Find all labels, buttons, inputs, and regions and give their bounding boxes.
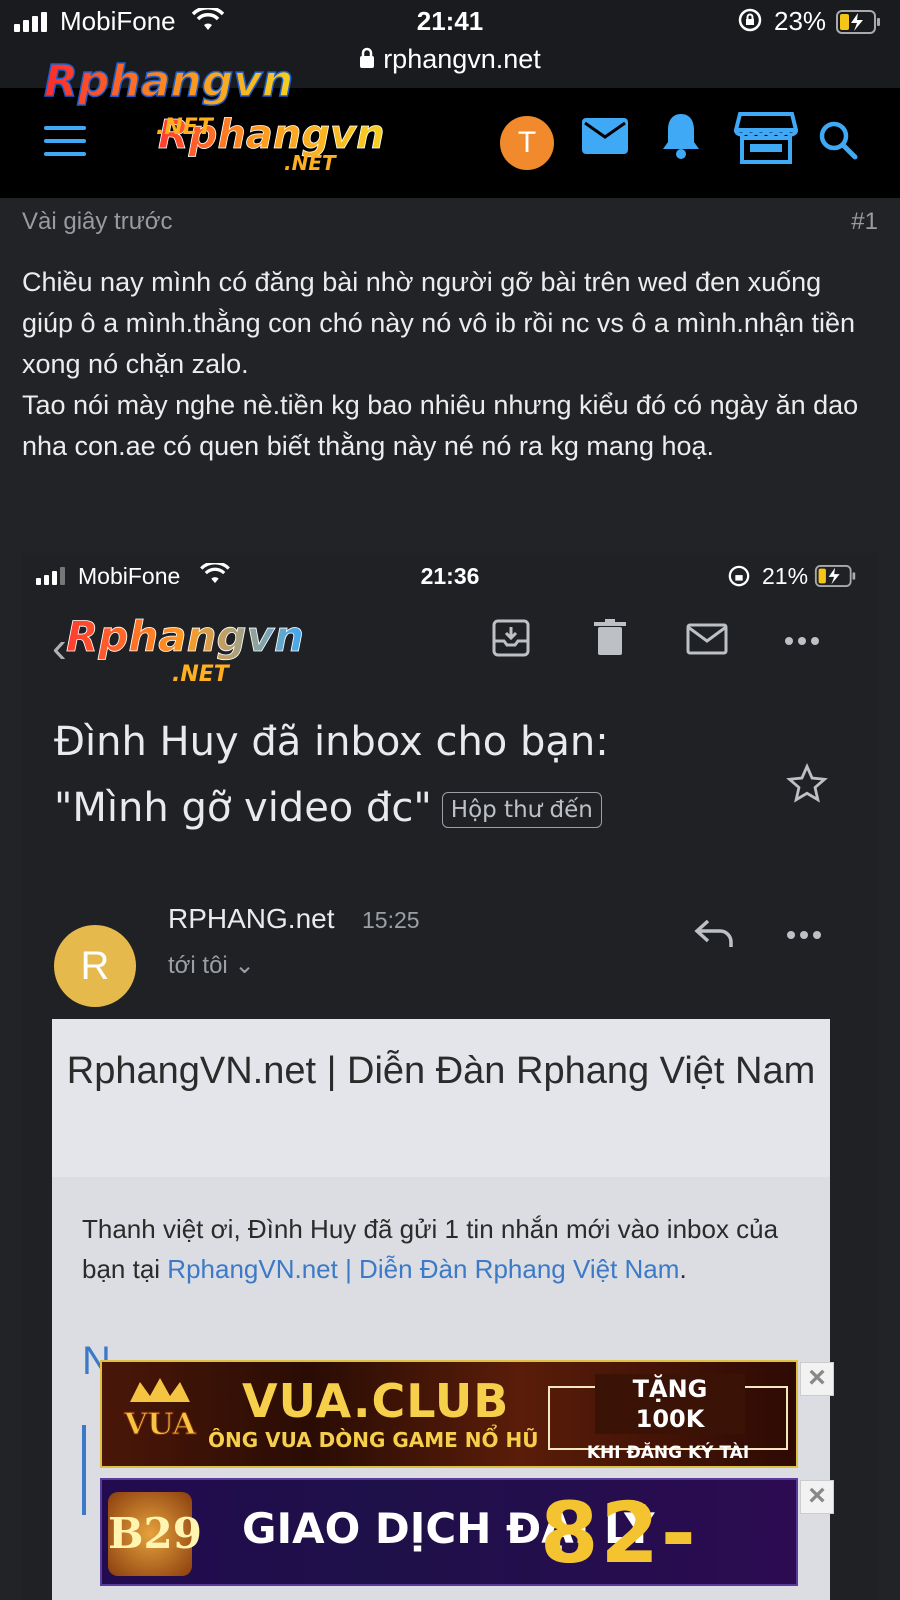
rotation-lock-icon: [728, 565, 750, 593]
ad-logo: B29: [108, 1492, 202, 1576]
sender-name: RPHANG.net: [168, 903, 335, 934]
post-number[interactable]: #1: [851, 208, 878, 236]
email-text-end: .: [679, 1254, 687, 1284]
embedded-site-logo: Rphangvn .NET: [62, 607, 342, 692]
ad-banner-vua-club[interactable]: VUA VUA.CLUB ÔNG VUA DÒNG GAME NỔ HŨ TẶN…: [100, 1360, 798, 1468]
embedded-status-bar: MobiFone 21:36 21%: [22, 553, 878, 597]
mark-unread-icon[interactable]: [686, 623, 728, 660]
reply-icon[interactable]: [694, 917, 734, 954]
sender-avatar: R: [54, 925, 136, 1007]
quote-bar: [82, 1425, 86, 1515]
header-brand-logo: Rphangvn .NET: [43, 55, 314, 141]
svg-text:Rphangvn: Rphangvn: [44, 56, 293, 107]
clock: 21:41: [416, 6, 484, 36]
ad-subtitle: ÔNG VUA DÒNG GAME NỔ HŨ: [208, 1428, 539, 1452]
archive-icon[interactable]: [492, 619, 530, 662]
mail-icon[interactable]: [582, 118, 628, 159]
post-time[interactable]: Vài giây trước: [22, 208, 173, 235]
battery-charging-icon: [836, 10, 882, 41]
ad-title: VUA.CLUB: [242, 1374, 510, 1428]
ad-promo-bottom: KHI ĐĂNG KÝ TÀI KHOẢN: [586, 1443, 750, 1463]
bell-icon[interactable]: [660, 112, 702, 165]
user-avatar[interactable]: T: [500, 116, 554, 170]
svg-text:Rphangvn: Rphangvn: [66, 612, 304, 661]
url-text: rphangvn.net: [383, 44, 541, 74]
svg-text:.NET: .NET: [172, 662, 231, 687]
status-bar: MobiFone 21:41 23%: [0, 0, 900, 44]
recipient-label: tới tôi: [168, 952, 228, 979]
subject-line: Đình Huy đã inbox cho bạn:: [54, 719, 609, 765]
sent-time: 15:25: [362, 907, 420, 933]
post-paragraph: Tao nói mày nghe nè.tiền kg bao nhiêu nh…: [22, 390, 859, 461]
ad-logo: VUA: [110, 1372, 210, 1458]
ad-banner-b29[interactable]: B29 GIAO DỊCH ĐẠI LÝ 82-84: [100, 1478, 798, 1586]
store-icon[interactable]: [733, 110, 799, 171]
recipient-details[interactable]: tới tôi ⌄: [168, 951, 255, 980]
post-body: Chiều nay mình có đăng bài nhờ người gỡ …: [22, 262, 878, 467]
email-subject: Đình Huy đã inbox cho bạn: "Mình gỡ vide…: [54, 709, 774, 841]
svg-text:VUA: VUA: [123, 1407, 197, 1442]
post-meta: Vài giây trước #1: [22, 208, 878, 236]
close-ad-icon[interactable]: ×: [800, 1480, 834, 1514]
lock-icon: [359, 45, 375, 76]
forum-link[interactable]: RphangVN.net | Diễn Đàn Rphang Việt Nam: [167, 1254, 679, 1284]
battery-percent: 23%: [774, 6, 827, 36]
more-options-icon[interactable]: [784, 633, 820, 651]
trash-icon[interactable]: [594, 619, 626, 662]
close-ad-icon[interactable]: ×: [800, 1362, 834, 1396]
battery-percent: 21%: [762, 563, 809, 589]
chevron-down-icon: ⌄: [234, 952, 255, 979]
subject-line: "Mình gỡ video đc": [54, 785, 432, 831]
email-card-title: RphangVN.net | Diễn Đàn Rphang Việt Nam: [52, 1019, 830, 1177]
more-options-icon[interactable]: [786, 927, 822, 945]
post-paragraph: Chiều nay mình có đăng bài nhờ người gỡ …: [22, 267, 856, 379]
svg-text:.NET: .NET: [156, 115, 215, 136]
ad-number: 82-84: [540, 1484, 698, 1584]
svg-text:.NET: .NET: [284, 151, 337, 174]
star-icon[interactable]: [786, 763, 828, 810]
ad-promo: TẶNG 100K KHI ĐĂNG KÝ TÀI KHOẢN: [548, 1374, 788, 1463]
ad-promo-top: TẶNG 100K: [595, 1374, 745, 1434]
inbox-label-chip[interactable]: Hộp thư đến: [441, 792, 602, 828]
rotation-lock-icon: [738, 8, 762, 39]
search-icon[interactable]: [818, 120, 858, 165]
battery-charging-icon: [814, 565, 858, 593]
